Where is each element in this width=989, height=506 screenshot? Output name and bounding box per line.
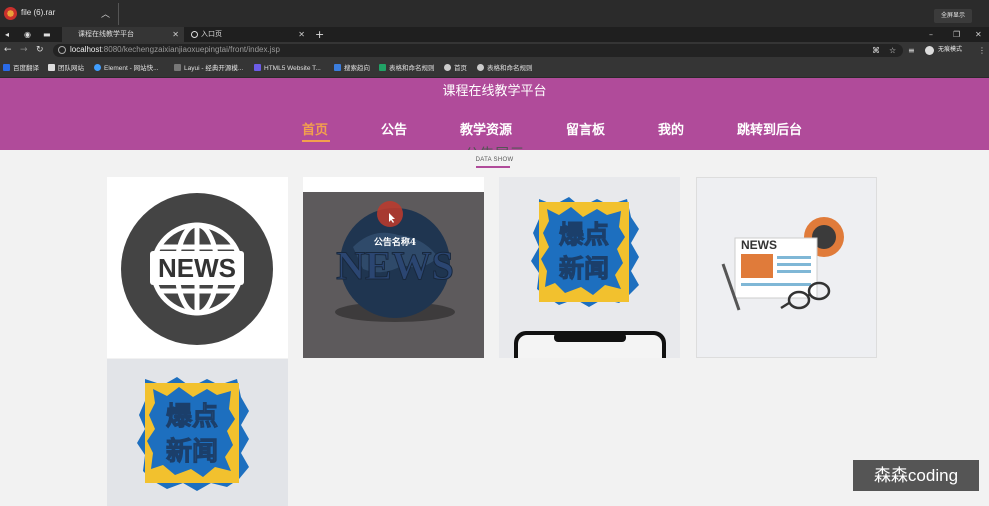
bookmark-icon [379,64,386,71]
site-header: 课程在线教学平台 首页 公告 教学资源 留言板 我的 跳转到后台 [0,78,989,150]
divider [118,3,119,25]
incognito-icon [925,46,934,55]
download-file-name[interactable]: file (6).rar [21,8,55,17]
chevron-up-icon[interactable]: ︿ [101,7,110,20]
incognito-profile[interactable]: 无痕模式 [925,44,975,57]
address-toolbar: ← → ↻ localhost:8080/kechengzaixianjiaox… [0,42,989,59]
nav-mine[interactable]: 我的 [658,119,684,138]
tab-label: 入口页 [201,31,222,38]
text-line [777,270,811,273]
nav-admin[interactable]: 跳转到后台 [737,119,802,138]
rar-file-icon [4,7,17,20]
nav-announcements[interactable]: 公告 [381,119,407,138]
watermark: 森森coding [853,460,979,491]
bookmark-item[interactable]: 团队网站 [48,63,84,74]
back-icon[interactable]: ← [4,44,12,57]
bookmark-item[interactable]: 搜索趋向 [334,63,370,74]
reading-list-icon[interactable]: ≡ [908,45,915,56]
bookmark-icon [334,64,341,71]
announcement-card[interactable]: 爆点 新闻 [107,359,288,506]
more-menu-icon[interactable]: ⋮ [978,45,986,56]
url-field[interactable]: localhost:8080/kechengzaixianjiaoxueping… [53,44,903,57]
close-tab-icon[interactable]: ✕ [172,27,179,42]
burst-line2: 新闻 [166,436,218,467]
bookmark-icon [174,64,181,71]
star-icon[interactable]: ☆ [889,45,896,56]
browser-logo-icon[interactable]: ◉ [24,29,31,40]
news-globe-icon: NEWS [121,193,273,345]
bookmark-icon [94,64,101,71]
site-title: 课程在线教学平台 [442,84,547,99]
reload-icon[interactable]: ↻ [36,44,44,57]
translate-icon[interactable]: ⌘ [872,45,880,56]
new-tab-icon[interactable]: + [315,29,324,40]
baodian-xinwen-phone: 爆点 新闻 [514,197,666,358]
bookmark-item[interactable]: 表格和命名规则 [379,63,435,74]
announcement-card[interactable]: NEWS [696,177,877,358]
announcement-card[interactable]: 爆点 新闻 [499,177,680,358]
bookmark-item[interactable]: Element - 网站快... [94,63,159,74]
card-caption: 公告名称4 [374,236,416,248]
text-line [777,256,811,259]
news-earth-photo: NEWS 公告名称4 [303,192,484,358]
back-history-icon[interactable]: ◂ [5,29,9,40]
newspaper-title: NEWS [741,238,777,252]
tab-label: 课程在线教学平台 [78,31,134,38]
close-window-icon[interactable]: ✕ [975,27,982,42]
site-info-icon[interactable] [58,46,66,54]
nav-teaching-resources[interactable]: 教学资源 [460,119,512,138]
news-3d-word: NEWS [336,243,454,288]
url-text: localhost:8080/kechengzaixianjiaoxueping… [70,45,280,54]
globe-icon [191,31,198,38]
bookmark-item[interactable]: HTML5 Website T... [254,63,321,74]
burst-line1: 爆点 [559,220,609,249]
text-line [741,283,811,286]
text-line [777,263,811,266]
close-tab-icon[interactable]: ✕ [298,27,305,42]
bookmark-icon [48,64,55,71]
bookmark-icon [3,64,10,71]
bookmark-icon [254,64,261,71]
newspaper-coffee-glasses: NEWS [721,217,844,311]
nav-message-board[interactable]: 留言板 [566,119,605,138]
bookmark-item[interactable]: 表格和命名规则 [477,63,533,74]
browser-tab-strip: ◂ ◉ ▬ 课程在线教学平台 ✕ 入口页 ✕ + – ❐ ✕ [0,27,989,42]
bookmarks-bar: 百度翻译 团队网站 Element - 网站快... Layui - 经典开源模… [0,59,989,78]
fullscreen-button[interactable]: 全屏显示 [934,9,972,23]
bookmark-item[interactable]: Layui - 经典开源模... [174,63,243,74]
download-bar: file (6).rar ︿ 全屏显示 [0,0,989,27]
section-underline [476,166,510,168]
section-title: 公告展示 [0,143,989,150]
announcement-card[interactable]: NEWS 公告名称4 [303,177,484,358]
baodian-xinwen: 爆点 新闻 [137,377,249,491]
tab-course-platform[interactable]: 课程在线教学平台 ✕ [62,27,184,42]
maximize-icon[interactable]: ❐ [953,27,960,42]
minimize-icon[interactable]: – [929,27,933,42]
section-subtitle: DATA SHOW [475,157,514,163]
phone-notch [554,333,626,342]
forward-icon[interactable]: → [20,44,28,57]
bookmark-icon [444,64,451,71]
profile-label: 无痕模式 [938,47,963,53]
nav-home[interactable]: 首页 [302,119,328,138]
bookmark-item[interactable]: 百度翻译 [3,63,39,74]
news-word: NEWS [158,253,236,283]
burst-line2: 新闻 [559,254,609,283]
burst-line1: 爆点 [166,401,218,432]
window-icon[interactable]: ▬ [43,29,51,40]
tab-entry-page[interactable]: 入口页 ✕ [185,27,310,42]
newspaper-photo [741,254,773,278]
announcement-card[interactable]: NEWS [107,177,288,358]
bookmark-item[interactable]: 首页 [444,63,467,74]
bookmark-icon [477,64,484,71]
active-nav-underline [302,140,330,142]
